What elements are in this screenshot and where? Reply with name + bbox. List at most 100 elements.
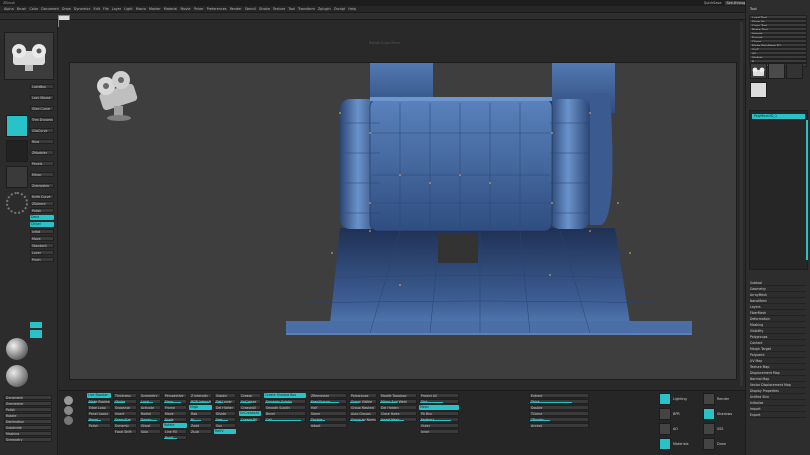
btn-outer[interactable]: Outer <box>419 423 459 428</box>
render-thumb-draw[interactable] <box>703 438 715 450</box>
btn-zsub[interactable]: Zsub <box>189 429 212 434</box>
slider-group-by-normals[interactable]: Group by Normals <box>349 417 377 422</box>
menu-alpha[interactable]: Alpha <box>4 7 14 12</box>
quicksave-button[interactable]: QuickSave <box>704 1 722 6</box>
tool-section-initialize[interactable]: Initialize <box>750 401 806 406</box>
slider-thick[interactable]: Thick <box>529 399 589 404</box>
tool-thumb-2[interactable] <box>768 63 785 79</box>
left-bottom-zremesher[interactable]: Zremesher <box>4 401 52 406</box>
left-bottom-polish[interactable]: Polish <box>4 407 52 412</box>
btn-subdiv[interactable]: Subdiv <box>214 393 236 398</box>
left-bottom-symmetry[interactable]: Symmetry <box>4 437 52 442</box>
tool-section-display-properties[interactable]: Display Properties <box>750 389 806 394</box>
tool-section-visibility[interactable]: Visibility <box>750 329 806 334</box>
btn-suv[interactable]: Suv <box>214 423 236 428</box>
brush-icon-1[interactable] <box>64 396 73 405</box>
slider-make-boolean-mesh[interactable]: Make Boolean Mesh <box>87 399 111 404</box>
slider-transp[interactable]: Transp <box>139 417 161 422</box>
btn-del-higher[interactable]: Del Higher <box>214 405 236 410</box>
menu-macro[interactable]: Macro <box>136 7 146 12</box>
btn-line-fill[interactable]: Line Fill <box>163 429 187 434</box>
btn-focal-shift[interactable]: Focal Shift <box>113 429 137 434</box>
brush-item-zremesher[interactable]: Zremesher <box>30 183 54 188</box>
btn-symmetry[interactable]: Symmetry <box>139 393 161 398</box>
btn-z-intensity[interactable]: Z Intensity <box>189 393 212 398</box>
menu-edit[interactable]: Edit <box>93 7 100 12</box>
btn-snapshot[interactable]: Snapshot <box>113 405 137 410</box>
tool-section-arraymesh[interactable]: ArrayMesh <box>750 293 806 298</box>
menu-draw[interactable]: Draw <box>62 7 71 12</box>
btn-perspective[interactable]: Perspective <box>163 393 187 398</box>
render-thumb-ao[interactable] <box>659 423 671 435</box>
render-thumb-sss[interactable] <box>703 423 715 435</box>
btn-reuv[interactable]: ReUV <box>214 429 236 434</box>
left-bottom-rotate[interactable]: Rotate <box>4 413 52 418</box>
menu-movie[interactable]: Movie <box>180 7 190 12</box>
slider-scale[interactable]: Scale <box>163 417 187 422</box>
slider-uncrease[interactable]: UnCrease <box>239 399 261 404</box>
brush-item-deco[interactable]: Deco <box>30 215 54 220</box>
slider-tborder[interactable]: TBorder <box>529 417 589 422</box>
btn-del-hidden[interactable]: Del Hidden <box>379 405 417 410</box>
menu-stroke[interactable]: Stroke <box>259 7 270 12</box>
menu-document[interactable]: Document <box>41 7 59 12</box>
tool-section-layers[interactable]: Layers <box>750 305 806 310</box>
menu-layer[interactable]: Layer <box>112 7 121 12</box>
btn-polygroups[interactable]: Polygroups <box>349 393 377 398</box>
btn-rotate[interactable]: Rotate <box>163 423 187 428</box>
btn-bevel[interactable]: Bevel <box>264 411 306 416</box>
btn-frame[interactable]: Frame <box>163 405 187 410</box>
slider-floor[interactable]: Floor <box>163 399 187 404</box>
brush-item-ring[interactable]: Ring <box>30 139 54 144</box>
render-thumb-lighting[interactable] <box>659 393 671 405</box>
tool-section-fibermesh[interactable]: FiberMesh <box>750 311 806 316</box>
btn-dynamic[interactable]: Dynamic <box>113 423 137 428</box>
tool-section-contact[interactable]: Contact <box>750 341 806 346</box>
brush-item-move[interactable]: Move <box>30 236 54 241</box>
slider-draw-size[interactable]: Draw Size <box>113 417 137 422</box>
brush-item-lightbox[interactable]: LightBox <box>30 84 54 89</box>
btn-edge-loop[interactable]: Edge Loop <box>87 405 111 410</box>
brush-item-layer[interactable]: Layer <box>30 250 54 255</box>
alpha-thumb[interactable] <box>6 140 28 162</box>
thumbnail-model-icon[interactable] <box>88 66 148 126</box>
tool-section-geometry[interactable]: Geometry <box>750 287 806 292</box>
btn-auto-groups[interactable]: Auto Groups <box>349 411 377 416</box>
stroke-dots-icon[interactable] <box>6 192 28 214</box>
menu-dynamics[interactable]: Dynamics <box>74 7 91 12</box>
menu-marker[interactable]: Marker <box>149 7 161 12</box>
brush-item-mirror[interactable]: Mirror <box>30 172 54 177</box>
render-thumb-materials[interactable] <box>659 438 671 450</box>
slider-m[interactable]: M <box>189 417 212 422</box>
stroke-thumb-cyan[interactable] <box>6 115 28 137</box>
btn-modify-topology[interactable]: Modify Topology <box>379 393 417 398</box>
btn-creaseall[interactable]: CreaseAll <box>239 405 261 410</box>
slider-farthest[interactable]: Farthest <box>419 417 459 422</box>
menu-file[interactable]: File <box>103 7 109 12</box>
slider-mirror-and-weld[interactable]: Mirror And Weld <box>379 399 417 404</box>
tool-thumb-3[interactable] <box>786 63 803 79</box>
menu-transform[interactable]: Transform <box>298 7 315 12</box>
btn-activate[interactable]: Activate <box>139 405 161 410</box>
menu-texture[interactable]: Texture <box>273 7 285 12</box>
brush-item-clipcurve[interactable]: ClipCurve <box>30 128 54 133</box>
color-gradient-swatch-2[interactable] <box>30 322 42 328</box>
brush-item-polish[interactable]: Polish <box>30 208 54 213</box>
menu-tool[interactable]: Tool <box>288 7 295 12</box>
slider-del-lower[interactable]: Del Lower <box>214 399 236 404</box>
left-bottom-decimation[interactable]: Decimation <box>4 419 52 424</box>
slider-dynamic-subdiv[interactable]: Dynamic Subdiv <box>264 399 306 404</box>
render-thumb-bpr[interactable] <box>659 408 671 420</box>
menu-preferences[interactable]: Preferences <box>207 7 227 12</box>
btn-radial[interactable]: Radial <box>139 411 161 416</box>
brush-item-zsphere[interactable]: ZSphere <box>30 201 54 206</box>
btn-divide[interactable]: Divide <box>214 411 236 416</box>
menu-zscript[interactable]: Zscript <box>334 7 346 12</box>
slider-group-visible[interactable]: Group Visible <box>349 399 377 404</box>
tool-section-displacement-map[interactable]: Displacement Map <box>750 371 806 376</box>
render-thumb-render[interactable] <box>703 393 715 405</box>
tool-section-nanomesh[interactable]: NanoMesh <box>750 299 806 304</box>
tool-thumb-1[interactable] <box>750 63 767 79</box>
slider-double[interactable]: Double <box>309 417 347 422</box>
render-thumb-shadows[interactable] <box>703 408 715 420</box>
